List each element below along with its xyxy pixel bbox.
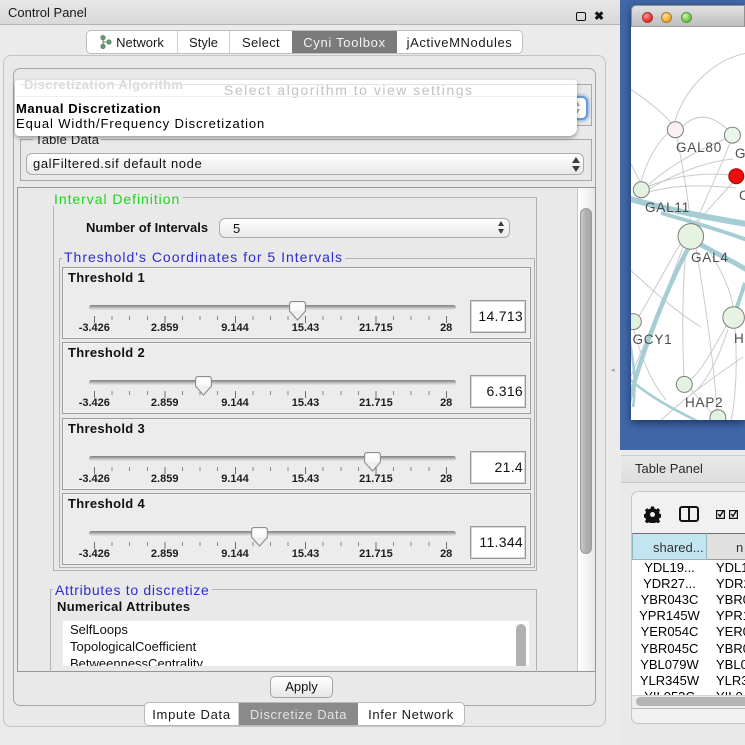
- svg-text:HAP2: HAP2: [685, 395, 723, 410]
- svg-text:C: C: [739, 188, 745, 203]
- svg-text:GAL80: GAL80: [676, 140, 722, 155]
- svg-text:GAL11: GAL11: [645, 200, 690, 215]
- svg-text:GAL4: GAL4: [691, 250, 729, 265]
- svg-text:GCY1: GCY1: [633, 332, 673, 347]
- svg-text:H: H: [734, 331, 745, 346]
- svg-text:GA: GA: [735, 146, 745, 161]
